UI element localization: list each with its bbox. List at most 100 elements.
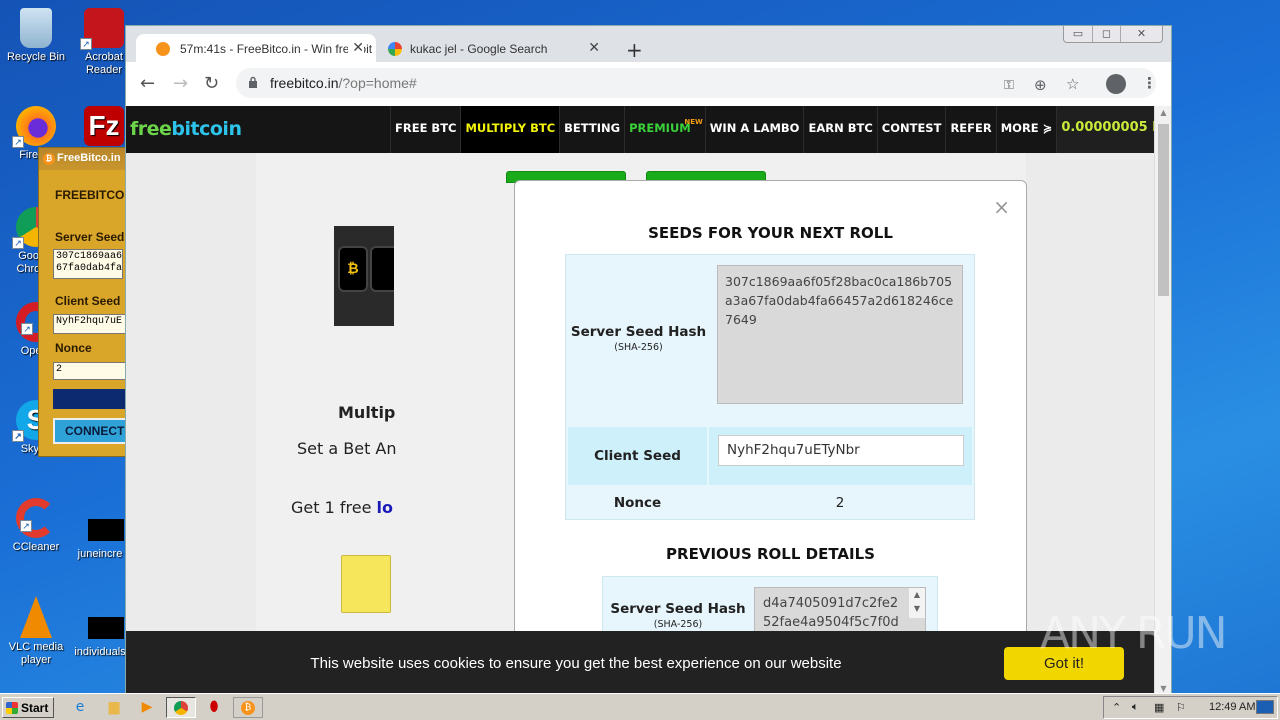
minimize-button[interactable]: ▭ bbox=[1064, 26, 1092, 42]
menu-icon[interactable]: ⋮ bbox=[1142, 74, 1157, 92]
add-icon[interactable]: ⊕ bbox=[1034, 76, 1047, 94]
forward-button[interactable]: → bbox=[173, 74, 188, 94]
volume-icon[interactable]: 🔈︎ bbox=[1132, 701, 1139, 714]
browser-toolbar: ← → ↻ freebitco.in/?op=home# ⚿ ⊕ ☆ ⋮ bbox=[126, 62, 1171, 106]
row-divider bbox=[707, 427, 709, 485]
firefox-icon: ↗ bbox=[12, 106, 56, 148]
opera-taskbar-icon[interactable]: ⬮ bbox=[200, 697, 228, 718]
seeds-modal: × SEEDS FOR YOUR NEXT ROLL Server Seed H… bbox=[514, 180, 1027, 666]
acrobat-reader-icon: ↗ bbox=[80, 8, 124, 50]
explorer-taskbar-icon[interactable]: ▆ bbox=[100, 697, 128, 718]
nav-multiply-btc[interactable]: MULTIPLY BTC bbox=[460, 106, 560, 153]
bg-heading-left: Multip bbox=[338, 403, 396, 422]
page-scrollbar[interactable]: ▲ ▼ bbox=[1154, 106, 1171, 695]
tab-strip: 57m:41s - FreeBitco.in - Win free bit ✕ … bbox=[126, 26, 1171, 62]
client-seed-label: Client Seed bbox=[594, 448, 681, 464]
nonce-label: Nonce bbox=[613, 495, 662, 511]
back-button[interactable]: ← bbox=[140, 74, 155, 94]
key-icon[interactable]: ⚿ bbox=[1004, 78, 1014, 93]
app-titlebar[interactable]: ₿ FreeBitco.in bbox=[39, 148, 127, 170]
nav-earn-btc[interactable]: EARN BTC bbox=[803, 106, 876, 153]
ccleaner-icon: ↗ bbox=[16, 498, 56, 538]
show-hidden-icons[interactable]: ⌃ bbox=[1112, 701, 1121, 714]
site-logo[interactable]: freebitcoin bbox=[130, 118, 242, 140]
nav-premium[interactable]: PREMIUM NEW bbox=[624, 106, 705, 153]
close-tab-icon[interactable]: ✕ bbox=[588, 39, 600, 56]
desktop-icon-ccleaner[interactable]: ↗ CCleaner bbox=[0, 498, 72, 554]
page-content: ₿ ✕ POT CKPOT! Multip game! Set a Bet An… bbox=[256, 153, 1027, 695]
app-connect-button[interactable]: CONNECT bbox=[53, 418, 129, 444]
slot-ad-banner[interactable]: ₿ bbox=[334, 226, 394, 326]
close-window-button[interactable]: ✕ bbox=[1120, 26, 1162, 42]
desktop-icon-filezilla[interactable]: Fz bbox=[76, 106, 132, 149]
bitcoin-icon: ₿ bbox=[43, 153, 55, 165]
textarea-spinner[interactable]: ▲ ▼ bbox=[909, 588, 925, 618]
close-modal-icon[interactable]: × bbox=[993, 195, 1010, 219]
ie-taskbar-icon[interactable]: e bbox=[66, 697, 94, 718]
window-controls: ▭ ◻ ✕ bbox=[1063, 26, 1163, 43]
next-roll-seed-table: Server Seed Hash (SHA-256) 307c1869aa6f0… bbox=[565, 254, 975, 520]
maximize-button[interactable]: ◻ bbox=[1092, 26, 1120, 42]
google-icon bbox=[388, 42, 402, 56]
freebitco-app-window[interactable]: ₿ FreeBitco.in FREEBITCO Server Seed 307c… bbox=[38, 147, 129, 457]
app-heading: FREEBITCO bbox=[55, 188, 125, 202]
network-icon[interactable]: ▦ bbox=[1154, 701, 1164, 714]
nav-win-a-lambo[interactable]: WIN A LAMBO bbox=[704, 106, 804, 153]
action-center-flag-icon[interactable]: ⚐ bbox=[1176, 701, 1186, 714]
slot-reel bbox=[370, 246, 394, 292]
client-seed-input[interactable]: NyhF2hqu7uETyNbr bbox=[718, 435, 964, 466]
app-server-seed-field[interactable]: 307c1869aa6 67fa0dab4fa6 bbox=[53, 249, 123, 279]
server-seed-hash-textarea[interactable]: 307c1869aa6f05f28bac0ca186b705a3a67fa0da… bbox=[717, 265, 963, 404]
app-client-seed-field[interactable]: NyhF2hqu7uE bbox=[53, 314, 129, 334]
site-navbar: freebitcoin FREE BTC MULTIPLY BTC BETTIN… bbox=[126, 106, 1155, 153]
new-tab-button[interactable]: + bbox=[626, 38, 643, 62]
reload-button[interactable]: ↻ bbox=[204, 74, 219, 94]
nav-more[interactable]: MORE ≽ bbox=[995, 106, 1057, 153]
new-badge: NEW bbox=[684, 118, 703, 126]
desktop-icon-recycle-bin[interactable]: Recycle Bin bbox=[0, 8, 72, 64]
nav-refer[interactable]: REFER bbox=[945, 106, 995, 153]
scrollbar-thumb[interactable] bbox=[1158, 124, 1169, 296]
freebitco-taskbar-icon[interactable]: ₿ bbox=[233, 697, 263, 718]
system-tray: ⌃ 🔈︎ ▦ ⚐ 12:49 AM bbox=[1103, 696, 1278, 719]
prev-server-seed-hash-label: Server Seed Hash (SHA-256) bbox=[610, 601, 746, 630]
anyrun-watermark: ANY RUN bbox=[1040, 608, 1228, 659]
browser-window: 57m:41s - FreeBitco.in - Win free bit ✕ … bbox=[125, 25, 1172, 695]
show-desktop-icon[interactable] bbox=[1256, 700, 1274, 714]
media-player-taskbar-icon[interactable]: ▶ bbox=[133, 697, 161, 718]
cookie-message: This website uses cookies to ensure you … bbox=[310, 655, 842, 672]
redacted-icon bbox=[88, 519, 124, 541]
taskbar: Start e ▆ ▶ ⬮ ₿ ⌃ 🔈︎ ▦ ⚐ 12:49 AM bbox=[0, 693, 1280, 720]
nav-free-btc[interactable]: FREE BTC bbox=[390, 106, 460, 153]
filezilla-icon: Fz bbox=[84, 106, 124, 146]
chrome-taskbar-icon[interactable] bbox=[166, 697, 196, 718]
desktop-icon-acrobat[interactable]: ↗ Acrobat Reader bbox=[76, 8, 132, 77]
scroll-up-icon[interactable]: ▲ bbox=[1155, 108, 1172, 117]
desktop-icon-vlc[interactable]: VLC media player bbox=[0, 596, 72, 667]
nav-contest[interactable]: CONTEST bbox=[876, 106, 946, 153]
start-button[interactable]: Start bbox=[2, 697, 54, 718]
app-server-seed-label: Server Seed bbox=[55, 230, 125, 244]
nav-betting[interactable]: BETTING bbox=[559, 106, 624, 153]
bitcoin-icon bbox=[156, 42, 170, 56]
close-tab-icon[interactable]: ✕ bbox=[348, 39, 364, 56]
tab-google-search[interactable]: kukac jel - Google Search ✕ bbox=[376, 34, 612, 62]
bitcoin-slot-icon: ₿ bbox=[338, 246, 368, 292]
vlc-icon bbox=[20, 596, 52, 638]
client-seed-row: Client Seed NyhF2hqu7uETyNbr bbox=[568, 427, 972, 485]
app-nonce-field[interactable]: 2 bbox=[53, 362, 129, 380]
web-page: freebitcoin FREE BTC MULTIPLY BTC BETTIN… bbox=[126, 106, 1155, 695]
recycle-bin-icon bbox=[20, 8, 52, 48]
scroll-down-icon[interactable]: ▼ bbox=[1155, 684, 1172, 693]
clock[interactable]: 12:49 AM bbox=[1209, 701, 1255, 713]
bg-line2-left: Get 1 free lo bbox=[291, 498, 393, 517]
star-icon[interactable]: ☆ bbox=[1066, 75, 1079, 93]
desktop-icon-individuals[interactable]: individuals bbox=[72, 646, 128, 659]
yellow-box-left[interactable] bbox=[341, 555, 391, 613]
desktop-icon-juneincre[interactable]: juneincre bbox=[72, 548, 128, 561]
tab-freebitcoin[interactable]: 57m:41s - FreeBitco.in - Win free bit ✕ bbox=[136, 34, 376, 62]
lock-icon bbox=[249, 76, 257, 88]
address-bar[interactable]: freebitco.in/?op=home# bbox=[236, 68, 1156, 98]
profile-avatar-icon[interactable] bbox=[1106, 74, 1126, 94]
bg-line1-left: Set a Bet An bbox=[297, 439, 397, 458]
